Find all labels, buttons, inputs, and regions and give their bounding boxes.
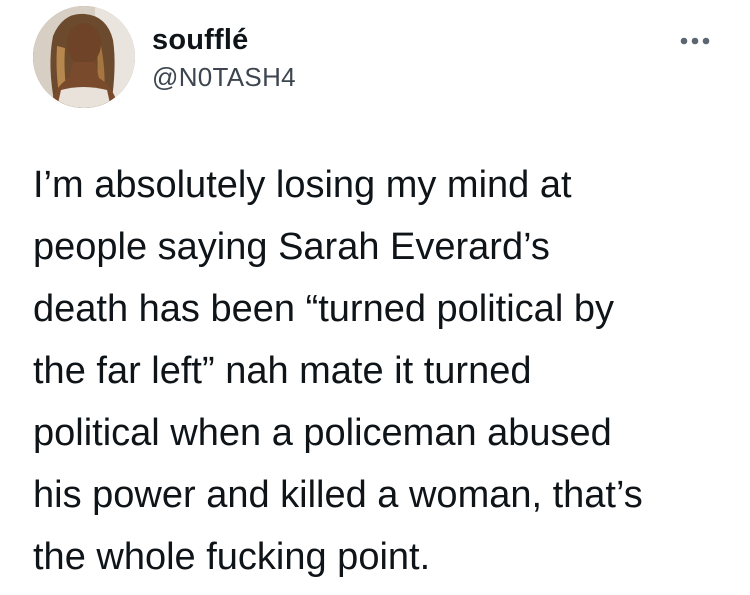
tweet-text: I’m absolutely losing my mind at people …: [33, 164, 643, 578]
more-horizontal-icon: [680, 37, 710, 45]
more-options-button[interactable]: [672, 28, 718, 54]
display-name[interactable]: soufflé: [152, 24, 248, 57]
tweet-card: soufflé @N0TASH4 I’m absolutely losing m…: [0, 0, 750, 595]
username-handle[interactable]: @N0TASH4: [152, 62, 296, 93]
avatar-photo: [33, 6, 135, 108]
avatar[interactable]: [33, 6, 135, 108]
